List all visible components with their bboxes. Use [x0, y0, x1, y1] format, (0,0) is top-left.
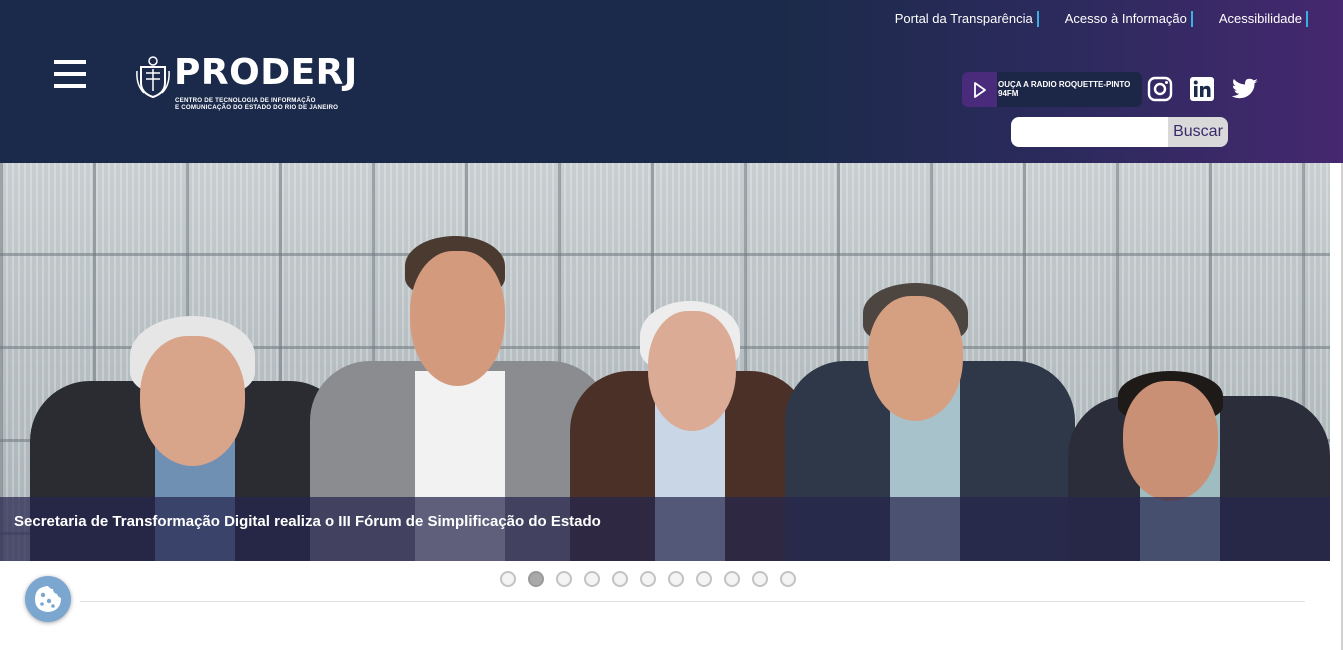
twitter-icon[interactable]: [1231, 76, 1259, 102]
carousel-dot-6[interactable]: [640, 571, 656, 587]
divider: [80, 601, 1305, 602]
radio-label-line2: 94FM: [998, 89, 1019, 98]
carousel-dot-4[interactable]: [584, 571, 600, 587]
linkedin-icon[interactable]: [1189, 76, 1215, 102]
carousel-dot-11[interactable]: [780, 571, 796, 587]
logo-wordmark: PRODERJ: [174, 52, 358, 93]
menu-icon[interactable]: [54, 60, 86, 92]
carousel-dot-8[interactable]: [696, 571, 712, 587]
carousel-dot-1[interactable]: [500, 571, 516, 587]
link-acesso-informacao[interactable]: Acesso à Informação: [1065, 11, 1193, 27]
hero-caption[interactable]: Secretaria de Transformação Digital real…: [14, 513, 601, 531]
link-portal-transparencia[interactable]: Portal da Transparência: [895, 11, 1039, 27]
radio-label-line1: OUÇA A RADIO ROQUETTE-PINTO: [998, 80, 1131, 89]
proderj-logo[interactable]: PRODERJ CENTRO DE TECNOLOGIA DE INFORMAÇ…: [136, 52, 376, 115]
cookie-icon: [35, 586, 61, 612]
logo-subtitle-line2: E COMUNICAÇÃO DO ESTADO DO RIO DE JANEIR…: [175, 104, 339, 111]
search-button[interactable]: Buscar: [1168, 117, 1228, 147]
logo-subtitle: CENTRO DE TECNOLOGIA DE INFORMAÇÃO E COM…: [175, 97, 338, 111]
play-icon: [962, 72, 997, 107]
carousel-dot-10[interactable]: [752, 571, 768, 587]
radio-label: OUÇA A RADIO ROQUETTE-PINTO 94FM: [998, 80, 1130, 98]
radio-player-button[interactable]: OUÇA A RADIO ROQUETTE-PINTO 94FM: [962, 72, 1142, 107]
instagram-icon[interactable]: [1147, 76, 1173, 102]
site-header: Portal da Transparência Acesso à Informa…: [0, 0, 1343, 163]
carousel-dot-7[interactable]: [668, 571, 684, 587]
cookie-settings-button[interactable]: [25, 576, 71, 622]
logo-subtitle-line1: CENTRO DE TECNOLOGIA DE INFORMAÇÃO: [175, 97, 316, 104]
carousel-pagination: [500, 571, 796, 587]
carousel-dot-9[interactable]: [724, 571, 740, 587]
search-input[interactable]: [1011, 117, 1168, 147]
carousel-dot-5[interactable]: [612, 571, 628, 587]
coat-of-arms-icon: [136, 56, 170, 99]
carousel-dot-3[interactable]: [556, 571, 572, 587]
link-acessibilidade[interactable]: Acessibilidade: [1219, 11, 1308, 27]
carousel-dot-2[interactable]: [528, 571, 544, 587]
top-links: Portal da Transparência Acesso à Informa…: [895, 11, 1308, 27]
